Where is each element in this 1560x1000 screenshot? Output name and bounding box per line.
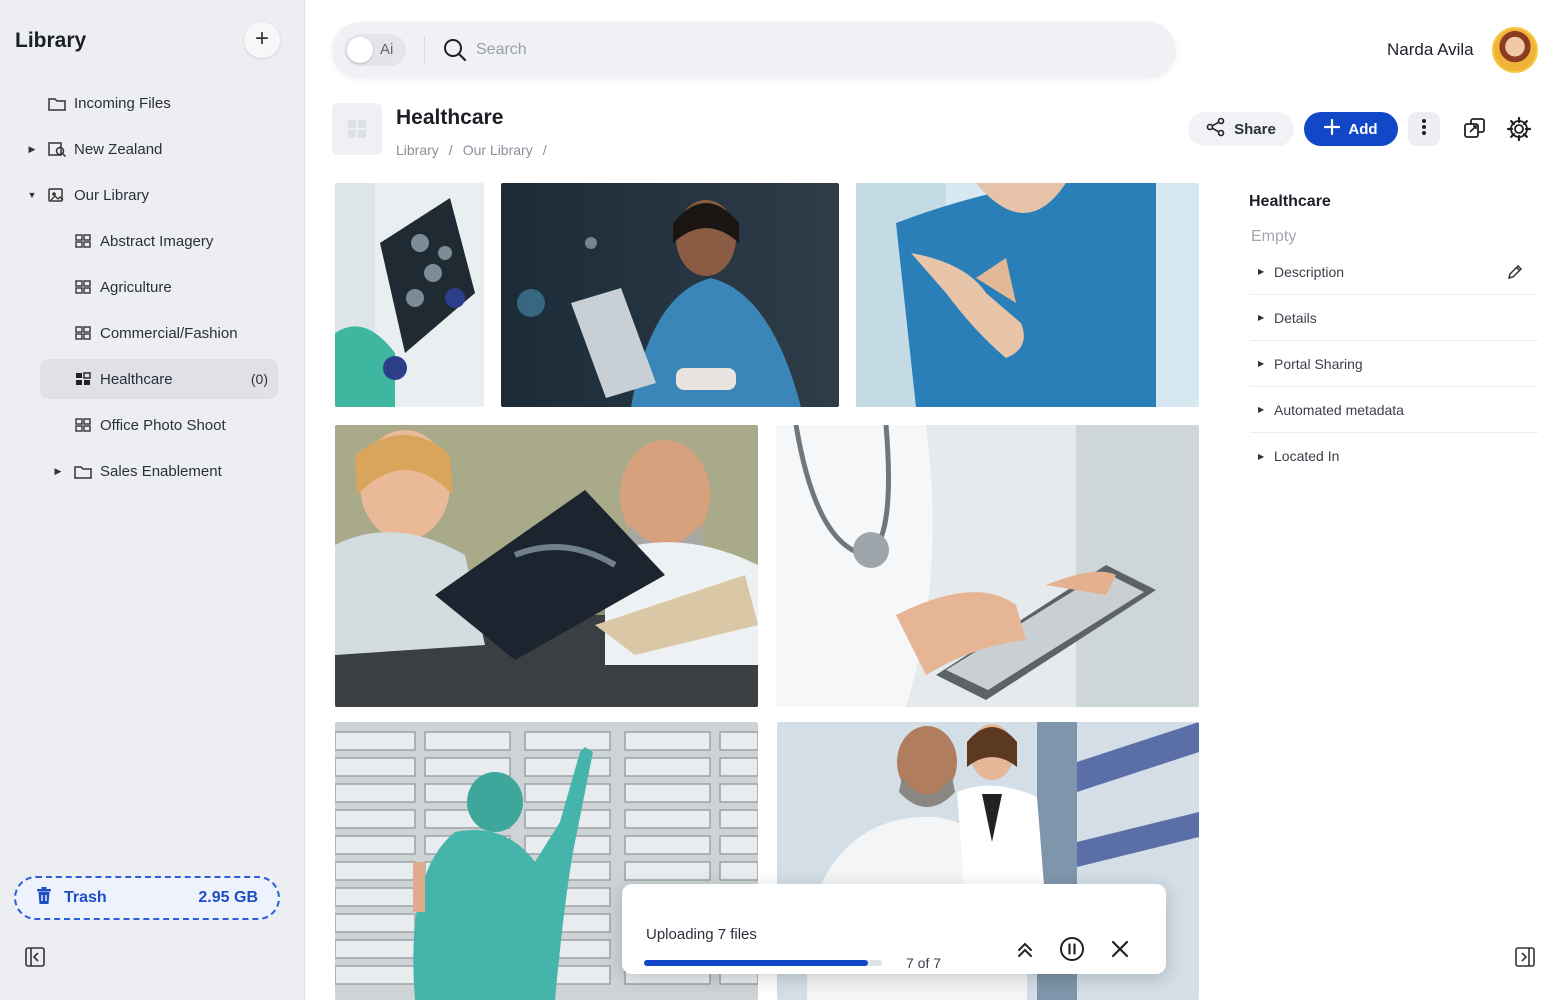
collection-icon xyxy=(74,279,92,295)
panel-section-details[interactable]: ▶ Details xyxy=(1250,295,1538,341)
sidebar-item-agriculture[interactable]: Agriculture xyxy=(52,267,278,307)
panel-section-located-in[interactable]: ▶ Located In xyxy=(1250,433,1538,479)
item-count-badge: (0) xyxy=(250,371,268,387)
panel-title: Healthcare xyxy=(1249,193,1331,210)
breadcrumb-separator: / xyxy=(542,142,547,158)
add-folder-button[interactable]: + xyxy=(244,22,280,58)
section-label: Portal Sharing xyxy=(1274,355,1363,372)
share-button[interactable]: Share xyxy=(1188,112,1294,146)
sidebar-item-office-photo-shoot[interactable]: Office Photo Shoot xyxy=(52,405,278,445)
sidebar-item-label: Our Library xyxy=(74,186,150,204)
upload-label: Uploading 7 files xyxy=(646,926,757,943)
image-thumbnail-doctor-xray-review[interactable] xyxy=(335,425,758,707)
library-folder-icon xyxy=(48,187,66,203)
section-label: Description xyxy=(1274,263,1345,280)
expand-caret-icon[interactable]: ▶ xyxy=(26,144,38,155)
image-thumbnail-doctor-stethoscope-tablet[interactable] xyxy=(776,425,1199,707)
ai-toggle-label: Ai xyxy=(380,41,394,58)
image-thumbnail-xray-scan[interactable] xyxy=(335,183,484,407)
image-thumbnail-handshake[interactable] xyxy=(856,183,1199,407)
close-icon[interactable] xyxy=(1107,936,1133,962)
sidebar-item-label: Agriculture xyxy=(100,278,172,296)
expand-caret-icon: ▶ xyxy=(1258,451,1265,461)
collapse-sidebar-icon[interactable] xyxy=(24,946,46,968)
breadcrumb-our-library[interactable]: Our Library xyxy=(463,142,533,158)
search-input[interactable] xyxy=(476,36,1076,64)
expand-caret-icon[interactable]: ▶ xyxy=(52,466,64,477)
panel-section-portal-sharing[interactable]: ▶ Portal Sharing xyxy=(1250,341,1538,387)
expand-caret-icon: ▶ xyxy=(1258,359,1265,368)
upload-progress-bar xyxy=(644,960,882,966)
sidebar-item-our-library[interactable]: ▼ Our Library xyxy=(26,175,276,215)
expand-caret-icon: ▶ xyxy=(1258,313,1265,322)
section-label: Located In xyxy=(1274,448,1340,464)
trash-size: 2.95 GB xyxy=(198,889,258,906)
panel-section-description[interactable]: ▶ Description xyxy=(1250,249,1538,295)
sidebar-item-label: Incoming Files xyxy=(74,94,171,112)
breadcrumb-separator: / xyxy=(448,142,453,158)
collection-icon xyxy=(74,417,92,433)
collection-icon xyxy=(74,233,92,249)
sidebar-item-label: Office Photo Shoot xyxy=(100,416,226,434)
kebab-menu-icon xyxy=(1421,118,1427,141)
trash-button[interactable]: Trash 2.95 GB xyxy=(14,876,280,920)
search-icon xyxy=(442,37,468,63)
expand-caret-icon: ▶ xyxy=(1258,405,1265,414)
sidebar-item-label: Commercial/Fashion xyxy=(100,324,238,342)
ai-toggle[interactable]: Ai xyxy=(344,34,406,66)
expand-caret-icon: ▶ xyxy=(1258,267,1265,276)
sidebar-item-label: New Zealand xyxy=(74,140,163,158)
folder-thumbnail xyxy=(332,103,382,155)
divider xyxy=(424,36,425,64)
sidebar-item-incoming-files[interactable]: Incoming Files xyxy=(26,83,276,123)
breadcrumb-library[interactable]: Library xyxy=(396,142,439,158)
sidebar-item-label: Abstract Imagery xyxy=(100,232,214,250)
add-label: Add xyxy=(1348,120,1378,138)
collection-icon xyxy=(74,325,92,341)
folder-icon xyxy=(74,463,92,479)
panel-status: Empty xyxy=(1251,228,1297,245)
section-label: Details xyxy=(1274,309,1317,326)
trash-icon xyxy=(36,886,52,910)
upload-toast: Uploading 7 files 7 of 7 xyxy=(622,884,1166,974)
copy-link-icon[interactable] xyxy=(1462,116,1488,142)
breadcrumb: Library / Our Library / xyxy=(396,142,547,158)
toggle-knob xyxy=(347,37,373,63)
upload-count: 7 of 7 xyxy=(906,955,942,971)
share-label: Share xyxy=(1234,120,1276,138)
image-thumbnail-nurse-tablet[interactable] xyxy=(501,183,839,407)
trash-label: Trash xyxy=(64,889,107,906)
page-title: Healthcare xyxy=(396,106,504,129)
sidebar-item-label: Healthcare xyxy=(100,370,173,388)
sidebar-item-new-zealand[interactable]: ▶ New Zealand xyxy=(26,129,276,169)
section-label: Automated metadata xyxy=(1274,401,1404,418)
share-icon xyxy=(1206,117,1226,141)
plus-icon xyxy=(1324,118,1341,139)
collapse-caret-icon[interactable]: ▼ xyxy=(26,190,38,200)
portal-folder-icon xyxy=(48,141,66,157)
more-options-button[interactable] xyxy=(1408,112,1440,146)
sidebar-item-abstract-imagery[interactable]: Abstract Imagery xyxy=(52,221,278,261)
search-bar: Ai xyxy=(332,22,1176,78)
pencil-icon[interactable] xyxy=(1506,263,1524,281)
add-button[interactable]: Add xyxy=(1304,112,1398,146)
upload-progress-fill xyxy=(644,960,868,966)
collection-icon-filled xyxy=(74,371,92,387)
sidebar-item-label: Sales Enablement xyxy=(100,462,222,480)
sidebar-title: Library xyxy=(15,29,87,52)
pause-icon[interactable] xyxy=(1059,936,1085,962)
collapse-panel-icon[interactable] xyxy=(1514,946,1536,968)
sidebar-item-commercial-fashion[interactable]: Commercial/Fashion xyxy=(52,313,278,353)
panel-section-automated-metadata[interactable]: ▶ Automated metadata xyxy=(1250,387,1538,433)
folder-icon xyxy=(48,95,66,111)
gear-icon[interactable] xyxy=(1506,116,1532,142)
sidebar-item-healthcare[interactable]: Healthcare (0) xyxy=(40,359,278,399)
sidebar: Library + Incoming Files ▶ New Zealand ▼… xyxy=(0,0,305,1000)
sidebar-item-sales-enablement[interactable]: ▶ Sales Enablement xyxy=(52,451,278,491)
user-name: Narda Avila xyxy=(1387,40,1474,59)
expand-up-icon[interactable] xyxy=(1012,936,1038,962)
avatar[interactable] xyxy=(1492,27,1538,73)
